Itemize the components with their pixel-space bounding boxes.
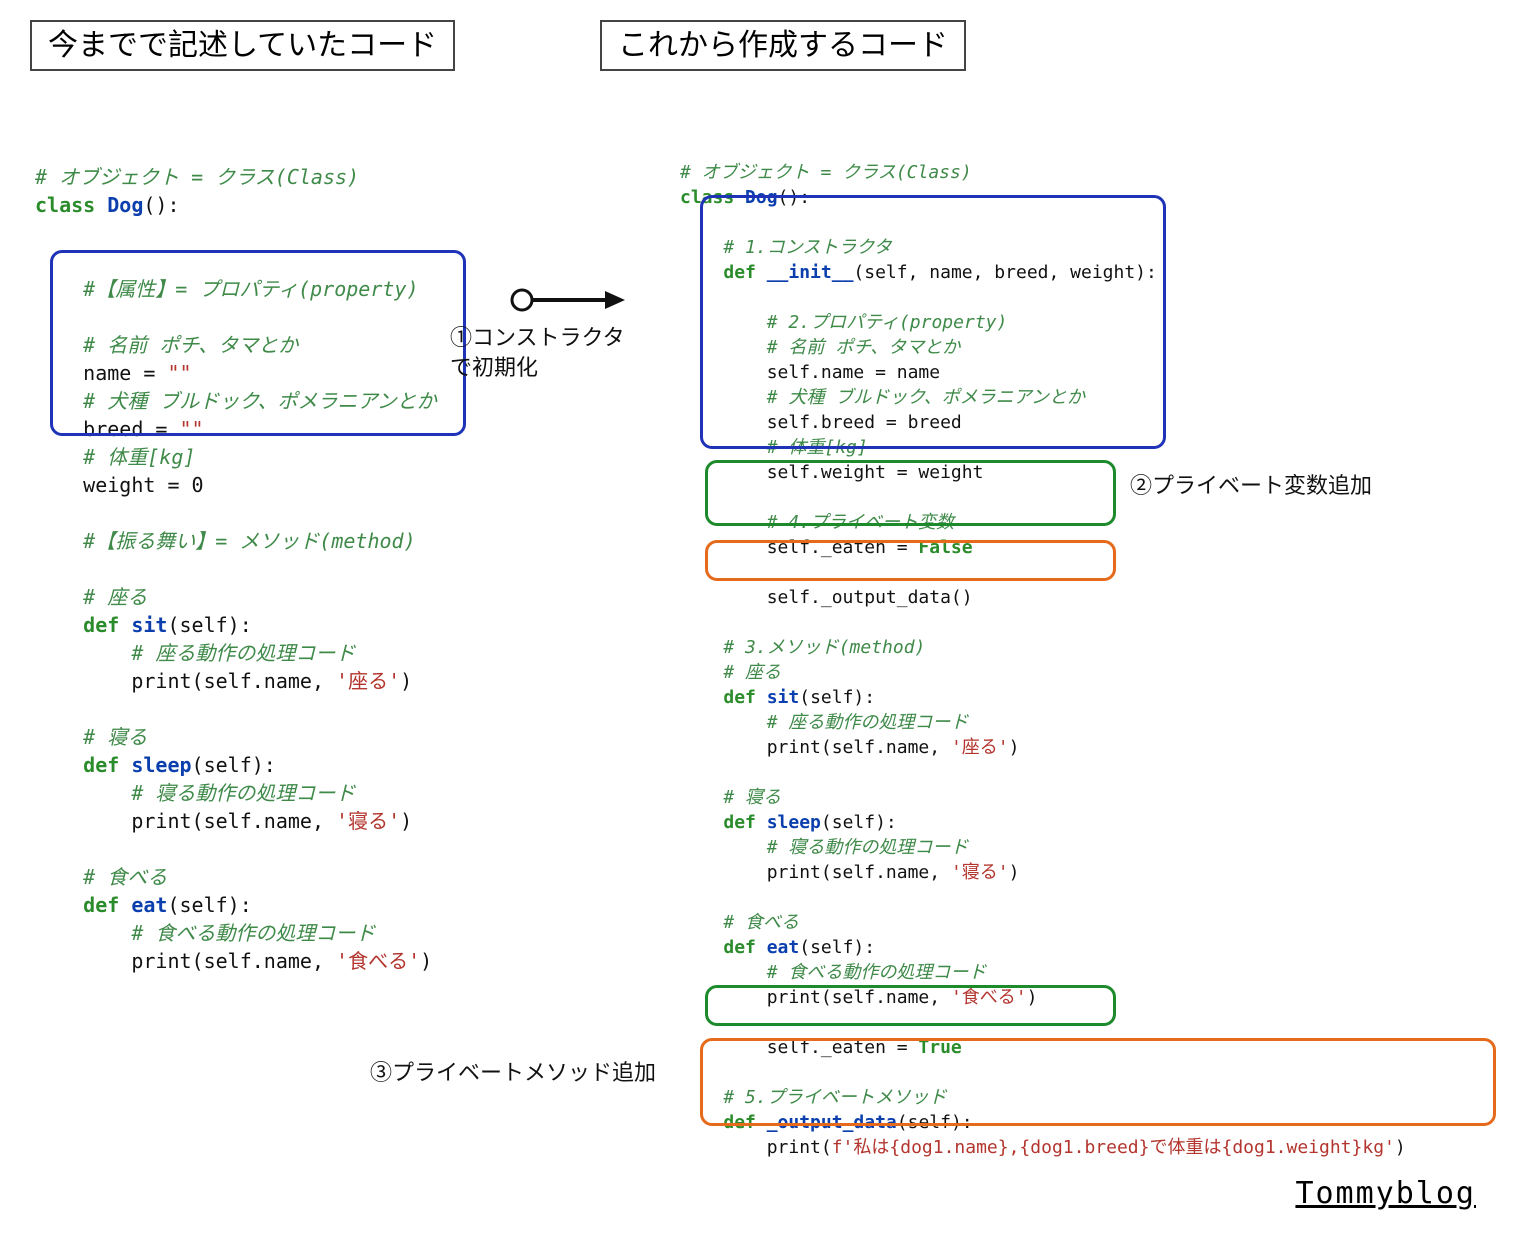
annotation-constructor-line1: ①コンストラクタ xyxy=(450,320,625,352)
outline-left-properties xyxy=(50,250,466,436)
code-line: def xyxy=(723,687,756,708)
code-line xyxy=(35,893,83,917)
code-line: sit xyxy=(756,687,799,708)
code-line: print( xyxy=(680,1137,832,1158)
code-line: #【振る舞い】= メソッド(method) xyxy=(35,529,416,553)
code-line: f'私は{dog1.name},{dog1.breed}で体重は{dog1.we… xyxy=(832,1137,1395,1158)
code-line: eat xyxy=(119,893,167,917)
code-line: '食べる' xyxy=(336,949,420,973)
code-line: ) xyxy=(1009,737,1020,758)
code-line xyxy=(35,613,83,637)
code-line: ) xyxy=(1395,1137,1406,1158)
title-right: これから作成するコード xyxy=(600,20,966,71)
code-line: weight = 0 xyxy=(35,473,204,497)
code-line: # 食べる動作の処理コード xyxy=(680,962,986,983)
code-line: '座る' xyxy=(951,737,1009,758)
outline-right-constructor xyxy=(700,195,1166,449)
code-line: def xyxy=(83,613,119,637)
code-line: # 座る xyxy=(680,662,781,683)
annotation-constructor-line2: で初期化 xyxy=(450,350,538,382)
code-line: print(self.name, xyxy=(35,949,336,973)
outline-right-private-method xyxy=(700,1038,1496,1126)
code-line: # 3.メソッド(method) xyxy=(680,637,925,658)
code-line: # 座る動作の処理コード xyxy=(680,712,968,733)
code-line: class xyxy=(35,193,95,217)
outline-right-output-call xyxy=(705,540,1116,581)
title-left: 今までで記述していたコード xyxy=(30,20,455,71)
annotation-private-var: ②プライベート変数追加 xyxy=(1130,468,1372,500)
code-line xyxy=(680,812,723,833)
code-line xyxy=(680,937,723,958)
code-line: # 座る動作の処理コード xyxy=(35,641,355,665)
code-line: '寝る' xyxy=(336,809,400,833)
code-line: (self): xyxy=(167,613,251,637)
code-line: '座る' xyxy=(336,669,400,693)
code-line xyxy=(35,753,83,777)
credit-text: Tommyblog xyxy=(1295,1176,1476,1211)
code-line: # 体重[kg] xyxy=(35,445,195,469)
code-line: (self): xyxy=(799,687,875,708)
code-line: # 寝る xyxy=(35,725,147,749)
arrow-icon xyxy=(510,285,630,315)
outline-right-eaten-true xyxy=(705,985,1116,1026)
code-line: # 寝る動作の処理コード xyxy=(35,781,355,805)
code-line: # 食べる xyxy=(35,865,167,889)
code-line: # 寝る xyxy=(680,787,781,808)
code-line: (): xyxy=(143,193,179,217)
outline-right-private-var xyxy=(705,460,1116,526)
code-line: # 食べる動作の処理コード xyxy=(35,921,375,945)
code-line: (self): xyxy=(167,893,251,917)
code-line: # オブジェクト = クラス(Class) xyxy=(35,165,359,189)
code-line: print(self.name, xyxy=(35,669,336,693)
annotation-private-method: ③プライベートメソッド追加 xyxy=(370,1055,656,1087)
code-line: def xyxy=(723,937,756,958)
code-line: ) xyxy=(400,809,412,833)
code-line: def xyxy=(83,893,119,917)
code-line: sleep xyxy=(756,812,821,833)
code-line: print(self.name, xyxy=(35,809,336,833)
code-line: (self): xyxy=(799,937,875,958)
code-line: def xyxy=(83,753,119,777)
code-line: sit xyxy=(119,613,167,637)
code-line: ) xyxy=(420,949,432,973)
code-line: (self): xyxy=(192,753,276,777)
code-line: self._output_data() xyxy=(680,587,973,608)
code-line: ) xyxy=(400,669,412,693)
code-line: print(self.name, xyxy=(680,737,951,758)
code-line: # 座る xyxy=(35,585,147,609)
code-line: Dog xyxy=(95,193,143,217)
code-line: # 寝る動作の処理コード xyxy=(680,837,968,858)
code-line: sleep xyxy=(119,753,191,777)
code-line: # オブジェクト = クラス(Class) xyxy=(680,162,972,183)
code-line xyxy=(680,687,723,708)
code-line: '寝る' xyxy=(951,862,1009,883)
code-line: # 食べる xyxy=(680,912,799,933)
code-line: (self): xyxy=(821,812,897,833)
code-line: print(self.name, xyxy=(680,862,951,883)
code-line: ) xyxy=(1009,862,1020,883)
code-line: eat xyxy=(756,937,799,958)
code-line: def xyxy=(723,812,756,833)
